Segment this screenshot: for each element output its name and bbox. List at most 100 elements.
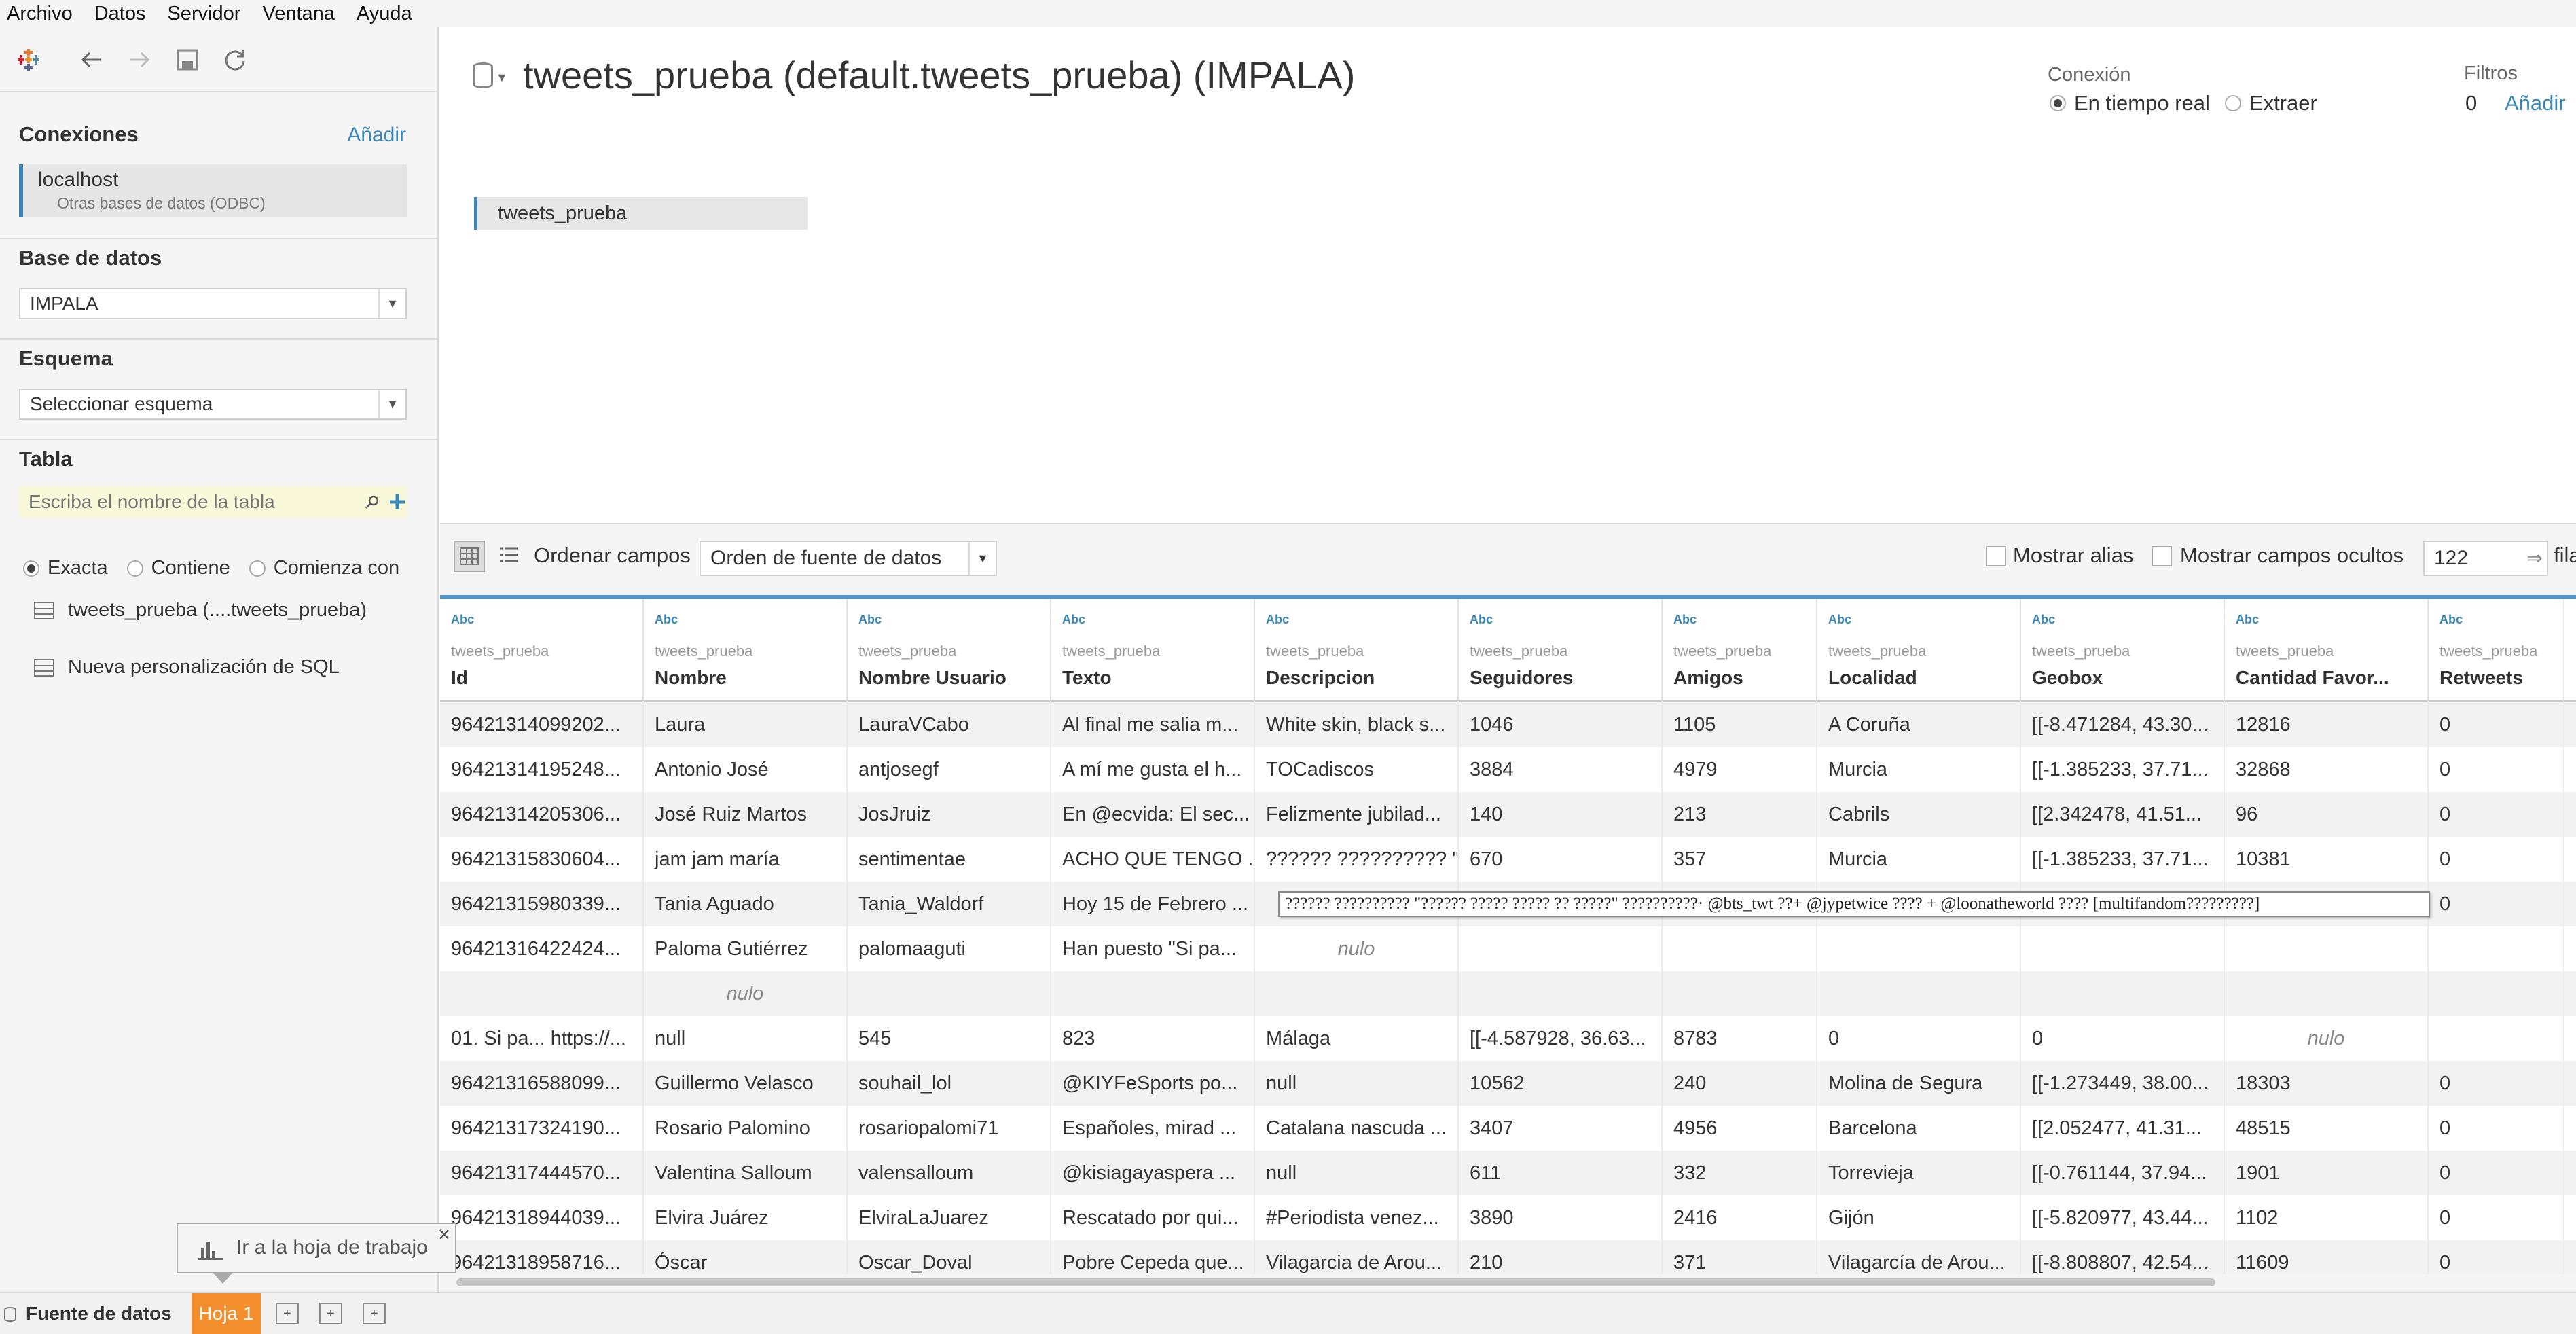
sort-fields-select[interactable]: Orden de fuente de datos ▼ bbox=[700, 541, 997, 576]
table-cell[interactable]: null bbox=[1255, 1151, 1459, 1195]
table-cell[interactable]: Molina de Segura bbox=[1817, 1061, 2021, 1106]
column-name[interactable]: Descripcion bbox=[1266, 667, 1375, 689]
column-name[interactable]: Localidad bbox=[1828, 667, 1917, 689]
table-cell[interactable]: A mí me gusta el h... bbox=[1051, 747, 1255, 792]
tab-data-source[interactable]: Fuente de datos bbox=[0, 1293, 185, 1334]
string-type-icon[interactable]: Abc bbox=[2236, 613, 2259, 627]
table-cell[interactable]: ?????? ?????????? "?... bbox=[1255, 837, 1459, 882]
string-type-icon[interactable]: Abc bbox=[1470, 613, 1493, 627]
new-dashboard-icon[interactable]: + bbox=[319, 1303, 342, 1324]
table-cell[interactable]: Españoles, mirad ... bbox=[1051, 1106, 1255, 1151]
column-name[interactable]: Retweets bbox=[2439, 667, 2523, 689]
table-cell[interactable]: 96421315830604... bbox=[440, 837, 644, 882]
table-cell[interactable]: ElviraLaJuarez bbox=[848, 1195, 1051, 1240]
table-cell[interactable]: Murcia bbox=[1817, 837, 2021, 882]
table-cell[interactable]: 96421314099202... bbox=[440, 702, 644, 747]
tableau-logo-icon[interactable] bbox=[16, 48, 41, 72]
arrow-right-icon[interactable]: ⇒ bbox=[2527, 542, 2543, 575]
table-cell[interactable]: Oscar_Doval bbox=[848, 1240, 1051, 1274]
table-cell[interactable]: 670 bbox=[1459, 837, 1663, 882]
column-header[interactable]: Abc tweets_prueba Seguidores bbox=[1459, 599, 1663, 702]
table-cell[interactable]: Han puesto "Si pa... bbox=[1051, 926, 1255, 971]
table-cell[interactable] bbox=[2021, 926, 2225, 971]
table-cell[interactable]: 0 bbox=[2429, 747, 2564, 792]
table-cell[interactable]: Málaga bbox=[1255, 1016, 1459, 1061]
table-cell[interactable]: Gijón bbox=[1817, 1195, 2021, 1240]
table-cell[interactable]: 1046 bbox=[1459, 702, 1663, 747]
connection-localhost[interactable]: localhost Otras bases de datos (ODBC) bbox=[19, 164, 407, 217]
table-cell[interactable]: TOCadiscos bbox=[1255, 747, 1459, 792]
table-cell[interactable]: 0 bbox=[2021, 1016, 2225, 1061]
column-name[interactable]: Amigos bbox=[1673, 667, 1743, 689]
table-cell[interactable] bbox=[1051, 971, 1255, 1016]
column-header[interactable]: Abc tweets_prueba Descripcion bbox=[1255, 599, 1459, 702]
table-cell[interactable]: 96 bbox=[2225, 792, 2429, 837]
column-header[interactable]: Abc tweets_prueba Retweets bbox=[2429, 599, 2564, 702]
refresh-icon[interactable] bbox=[220, 45, 250, 75]
tab-sheet-1[interactable]: Hoja 1 bbox=[192, 1293, 261, 1334]
table-cell[interactable] bbox=[2429, 926, 2564, 971]
show-hidden-checkbox[interactable] bbox=[2152, 546, 2172, 566]
table-cell[interactable]: antjosegf bbox=[848, 747, 1051, 792]
table-cell[interactable]: Laura bbox=[644, 702, 848, 747]
add-filter-link[interactable]: Añadir bbox=[2505, 91, 2566, 115]
table-cell[interactable]: 96421318944039... bbox=[440, 1195, 644, 1240]
table-cell[interactable]: 48515 bbox=[2225, 1106, 2429, 1151]
column-header[interactable]: Abc tweets_prueba Amigos bbox=[1663, 599, 1817, 702]
table-cell[interactable]: Elvira Juárez bbox=[644, 1195, 848, 1240]
table-cell[interactable]: nulo bbox=[2225, 1016, 2429, 1061]
table-cell[interactable]: [[-5.820977, 43.44... bbox=[2021, 1195, 2225, 1240]
table-cell[interactable]: 1105 bbox=[1663, 702, 1817, 747]
string-type-icon[interactable]: Abc bbox=[1673, 613, 1697, 627]
column-header[interactable]: Abc tweets_prueba Geobox bbox=[2021, 599, 2225, 702]
column-header[interactable]: Abc tweets_prueba Nombre bbox=[644, 599, 848, 702]
table-cell[interactable]: souhail_lol bbox=[848, 1061, 1051, 1106]
table-cell[interactable]: Pobre Cepeda que... bbox=[1051, 1240, 1255, 1274]
column-name[interactable]: Nombre Usuario bbox=[858, 667, 1006, 689]
table-cell[interactable]: jam jam maría bbox=[644, 837, 848, 882]
table-cell[interactable]: nulo bbox=[644, 971, 848, 1016]
table-cell[interactable]: 96421314205306... bbox=[440, 792, 644, 837]
table-cell[interactable]: [[-1.385233, 37.71... bbox=[2021, 747, 2225, 792]
add-table-icon[interactable] bbox=[388, 493, 406, 511]
grid-view-icon[interactable] bbox=[454, 541, 485, 572]
table-cell[interactable] bbox=[2225, 971, 2429, 1016]
table-cell[interactable]: 823 bbox=[1051, 1016, 1255, 1061]
table-cell[interactable]: [[-1.273449, 38.00... bbox=[2021, 1061, 2225, 1106]
column-header[interactable]: Abc tweets_prueba Cantidad Favor... bbox=[2225, 599, 2429, 702]
radio-contiene[interactable] bbox=[126, 560, 143, 577]
table-cell[interactable]: LauraVCabo bbox=[848, 702, 1051, 747]
table-cell[interactable]: 96421317324190... bbox=[440, 1106, 644, 1151]
table-cell[interactable]: 96421316422424... bbox=[440, 926, 644, 971]
table-cell[interactable]: 12816 bbox=[2225, 702, 2429, 747]
new-worksheet-icon[interactable]: + bbox=[276, 1303, 299, 1324]
column-name[interactable]: Nombre bbox=[655, 667, 727, 689]
table-cell[interactable] bbox=[2021, 971, 2225, 1016]
table-cell[interactable]: 96421314195248... bbox=[440, 747, 644, 792]
canvas-table-tweets-prueba[interactable]: tweets_prueba bbox=[474, 197, 808, 230]
string-type-icon[interactable]: Abc bbox=[1266, 613, 1289, 627]
table-cell[interactable]: null bbox=[1255, 1061, 1459, 1106]
table-cell[interactable]: 18303 bbox=[2225, 1061, 2429, 1106]
table-cell[interactable] bbox=[2429, 971, 2564, 1016]
table-cell[interactable]: 0 bbox=[1817, 1016, 2021, 1061]
horizontal-scrollbar[interactable] bbox=[440, 1274, 2576, 1292]
table-cell[interactable]: 10562 bbox=[1459, 1061, 1663, 1106]
table-cell[interactable]: 0 bbox=[2429, 1061, 2564, 1106]
table-cell[interactable]: 0 bbox=[2429, 882, 2564, 926]
table-cell[interactable]: 96421318958716... bbox=[440, 1240, 644, 1274]
table-cell[interactable] bbox=[1255, 971, 1459, 1016]
string-type-icon[interactable]: Abc bbox=[1062, 613, 1085, 627]
table-cell[interactable]: 0 bbox=[2429, 1240, 2564, 1274]
table-cell[interactable]: En @ecvida: El sec... bbox=[1051, 792, 1255, 837]
string-type-icon[interactable]: Abc bbox=[655, 613, 678, 627]
table-cell[interactable]: Hoy 15 de Febrero ... bbox=[1051, 882, 1255, 926]
save-icon[interactable] bbox=[173, 45, 202, 75]
table-search-input[interactable] bbox=[19, 486, 359, 518]
scrollbar-thumb[interactable] bbox=[456, 1278, 2215, 1286]
table-cell[interactable]: 96421317444570... bbox=[440, 1151, 644, 1195]
table-cell[interactable]: Cabrils bbox=[1817, 792, 2021, 837]
column-header[interactable]: Abc tweets_prueba Localidad bbox=[1817, 599, 2021, 702]
table-cell[interactable]: [[-0.761144, 37.94... bbox=[2021, 1151, 2225, 1195]
column-header[interactable]: Abc tweets_prueba Nombre Usuario bbox=[848, 599, 1051, 702]
